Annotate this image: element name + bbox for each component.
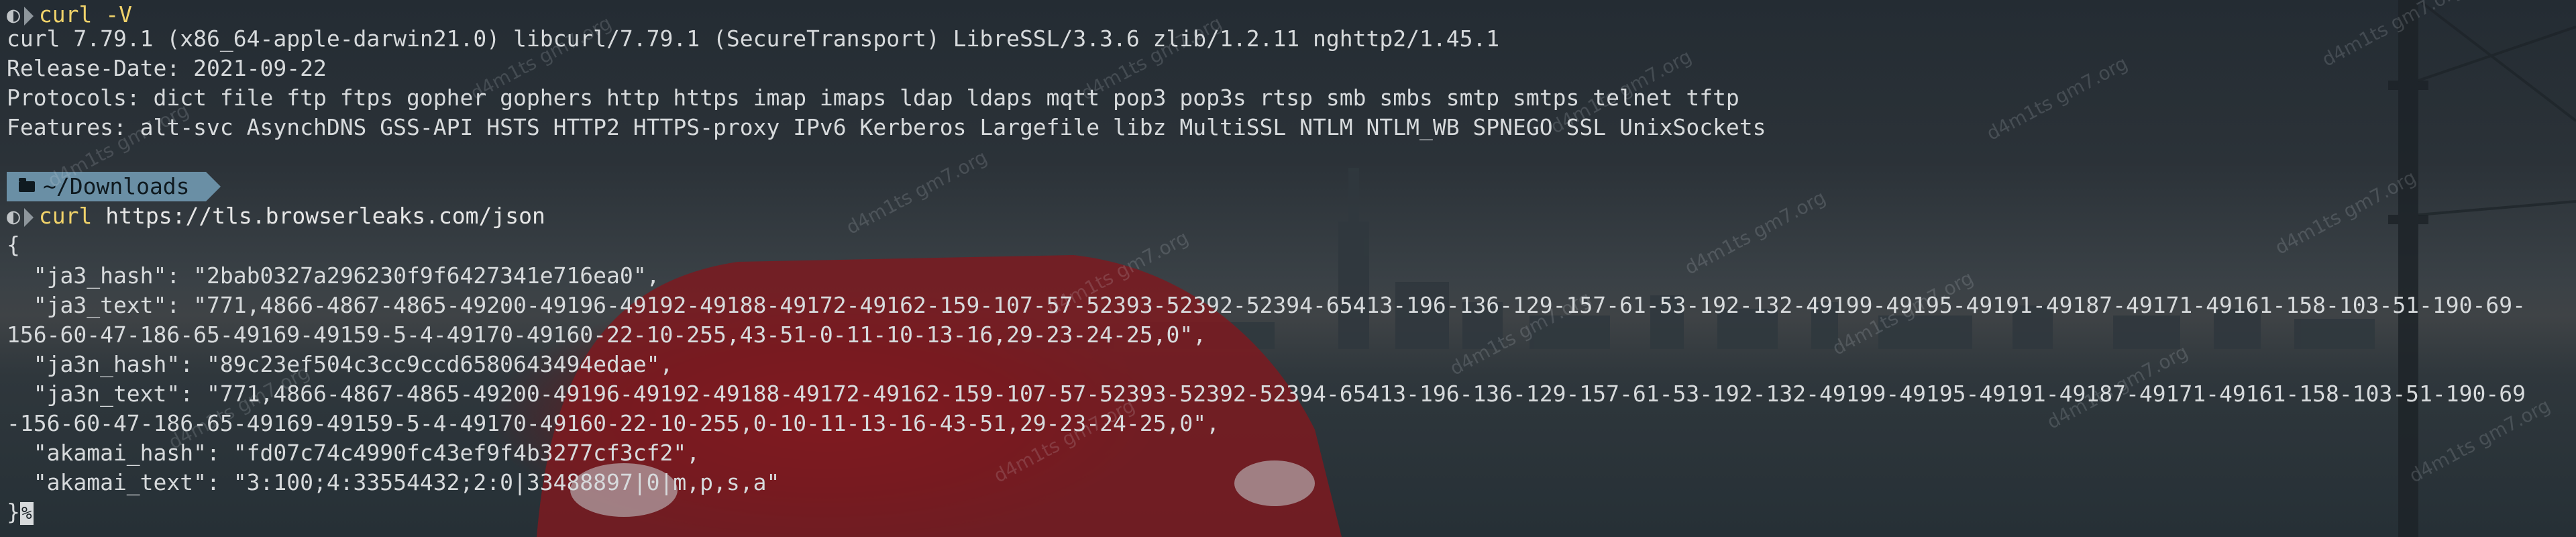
json-line: "akamai_hash": "fd07c74c4990fc43ef9f4b32… — [7, 440, 700, 466]
command-url: https://tls.browserleaks.com/json — [105, 203, 545, 229]
json-line: "ja3_hash": "2bab0327a296230f9f6427341e7… — [7, 262, 660, 289]
prompt-line-2: ◐ curl https://tls.browserleaks.com/json — [7, 201, 545, 231]
json-line: { — [7, 232, 20, 258]
chevron-right-icon — [23, 207, 34, 227]
json-line: } — [7, 499, 20, 525]
json-line: "ja3_text": "771,4866-4867-4865-49200-49… — [7, 292, 2526, 318]
chevron-right-icon — [23, 6, 34, 26]
cwd-segment: ~/Downloads — [7, 172, 221, 201]
output-line: Protocols: dict file ftp ftps gopher gop… — [7, 85, 1739, 111]
folder-icon — [19, 178, 35, 192]
json-line: "ja3n_hash": "89c23ef504c3cc9ccd65806434… — [7, 351, 674, 377]
json-line: "ja3n_text": "771,4866-4867-4865-49200-4… — [7, 381, 2526, 407]
json-line: -156-60-47-186-65-49169-49159-5-4-49170-… — [7, 410, 1220, 436]
output-line: Release-Date: 2021-09-22 — [7, 55, 327, 81]
command-name: curl — [38, 203, 93, 229]
cwd-label: ~/Downloads — [43, 173, 190, 199]
output-line: Features: alt-svc AsynchDNS GSS-API HSTS… — [7, 114, 1766, 140]
terminal-window[interactable]: ◐ curl -V curl 7.79.1 (x86_64-apple-darwi… — [0, 0, 2576, 537]
json-line: "akamai_text": "3:100;4:33554432;2:0|334… — [7, 469, 780, 495]
output-line: curl 7.79.1 (x86_64-apple-darwin21.0) li… — [7, 26, 1500, 52]
json-line: 156-60-47-186-65-49169-49159-5-4-49170-4… — [7, 322, 1207, 348]
apple-icon: ◐ — [7, 203, 20, 229]
terminal-cursor: % — [19, 501, 34, 525]
json-last-line: }% — [7, 497, 34, 527]
